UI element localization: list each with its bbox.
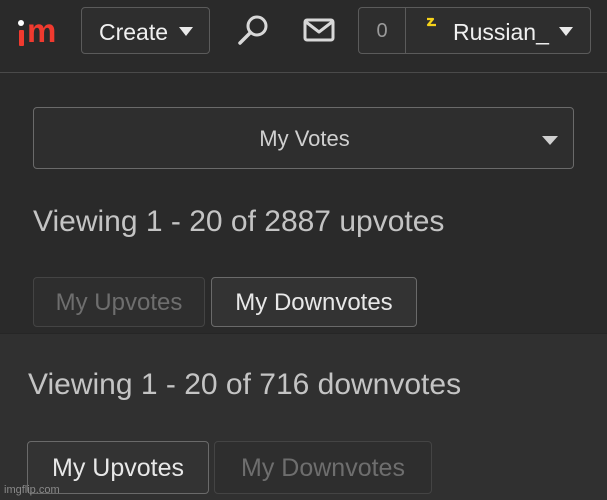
user-badge-icon <box>426 17 436 27</box>
upvotes-summary: Viewing 1 - 20 of 2887 upvotes <box>33 205 445 238</box>
user-menu-button[interactable]: Russian_ <box>405 7 591 54</box>
imgflip-watermark: imgflip.com <box>4 484 60 496</box>
tab-label: My Upvotes <box>52 454 184 482</box>
tab-my-downvotes[interactable]: My Downvotes <box>214 441 432 494</box>
chevron-down-icon <box>559 27 573 36</box>
top-navbar: m Create 0 Russian_ <box>0 0 607 73</box>
tab-label: My Downvotes <box>235 289 393 316</box>
tab-label: My Downvotes <box>241 454 405 482</box>
chevron-down-icon <box>179 27 193 36</box>
downvotes-summary: Viewing 1 - 20 of 716 downvotes <box>28 368 462 401</box>
mail-icon[interactable] <box>303 18 335 42</box>
tab-my-upvotes[interactable]: My Upvotes <box>33 277 205 327</box>
logo-stem <box>19 30 24 46</box>
notification-count: 0 <box>376 20 388 42</box>
tab-my-downvotes[interactable]: My Downvotes <box>211 277 417 327</box>
tab-label: My Upvotes <box>55 289 183 316</box>
imgflip-logo[interactable]: m <box>18 14 66 48</box>
votes-select-value: My Votes <box>259 126 350 151</box>
logo-dot <box>18 20 24 26</box>
create-label: Create <box>99 19 169 45</box>
chevron-down-icon <box>542 136 558 145</box>
notifications-button[interactable]: 0 <box>358 7 406 54</box>
logo-letter-m: m <box>27 12 56 49</box>
create-button[interactable]: Create <box>81 7 210 54</box>
votes-select[interactable]: My Votes <box>33 107 574 169</box>
username: Russian_ <box>453 19 549 45</box>
search-icon[interactable] <box>236 12 272 48</box>
